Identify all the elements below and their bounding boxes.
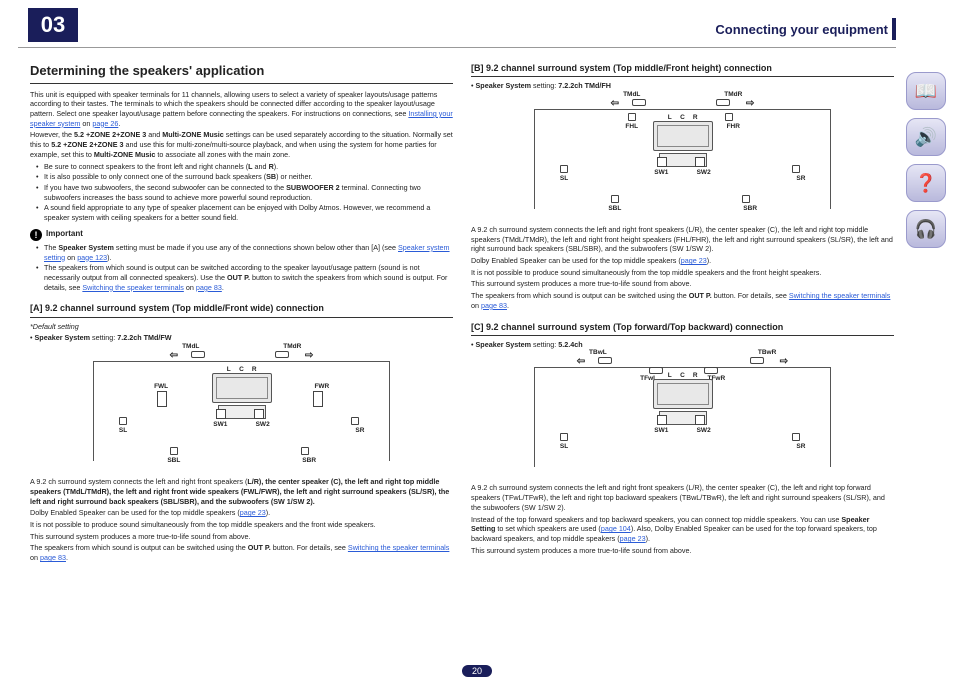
link-page-83-3[interactable]: page 83 [481, 301, 507, 310]
sec-b-desc: A 9.2 ch surround system connects the le… [471, 225, 894, 254]
right-column: [B] 9.2 channel surround system (Top mid… [471, 62, 894, 565]
sec-a-dolby: Dolby Enabled Speaker can be used for th… [30, 508, 453, 518]
header-title: Connecting your equipment [715, 18, 896, 40]
sec-b-note2: This surround system produces a more tru… [471, 279, 894, 289]
link-page-23-c[interactable]: page 23 [620, 534, 646, 543]
link-switching-terminals-3[interactable]: Switching the speaker terminals [789, 291, 890, 300]
default-setting-note: *Default setting [30, 322, 453, 332]
speaker-system-setting-b: Speaker System setting: 7.2.2ch TMd/FH [471, 81, 894, 91]
tv-icon [212, 373, 272, 403]
left-column: Determining the speakers' application Th… [30, 62, 453, 565]
nav-help-button[interactable]: ❓ [906, 164, 946, 202]
link-switching-terminals-2[interactable]: Switching the speaker terminals [348, 543, 449, 552]
link-switching-terminals[interactable]: Switching the speaker terminals [82, 283, 183, 292]
page-header: 03 Connecting your equipment [18, 12, 896, 48]
link-page-26[interactable]: page 26 [92, 119, 118, 128]
list-item: The speakers from which sound is output … [36, 263, 453, 292]
section-heading: Determining the speakers' application [30, 62, 453, 84]
sec-a-switch: The speakers from which sound is output … [30, 543, 453, 562]
section-b-heading: [B] 9.2 channel surround system (Top mid… [471, 62, 894, 77]
important-label: Important [46, 229, 83, 240]
diagram-b: TMdL⇦ TMdR⇨ FHL FHR L C R SW1 SW2 SL SR … [471, 95, 894, 225]
sec-a-note: It is not possible to produce sound simu… [30, 520, 453, 530]
nav-equipment-button[interactable]: 🔊 [906, 118, 946, 156]
intro-paragraph-2: However, the 5.2 +ZONE 2+ZONE 3 and Mult… [30, 130, 453, 159]
section-a-heading: [A] 9.2 channel surround system (Top mid… [30, 302, 453, 317]
nav-settings-button[interactable]: 🎧 [906, 210, 946, 248]
sec-a-desc: A 9.2 ch surround system connects the le… [30, 477, 453, 506]
sec-c-desc: A 9.2 ch surround system connects the le… [471, 483, 894, 512]
diagram-a: TMdL⇦ TMdR⇨ L C R FWL FWR SW1 SW2 SL SR … [30, 347, 453, 477]
important-callout: ! Important [30, 229, 453, 241]
nav-manual-button[interactable]: 📖 [906, 72, 946, 110]
important-bullets: The Speaker System setting must be made … [30, 243, 453, 293]
sec-b-switch: The speakers from which sound is output … [471, 291, 894, 310]
chapter-badge: 03 [28, 8, 78, 42]
link-page-83[interactable]: page 83 [196, 283, 222, 292]
link-page-83-2[interactable]: page 83 [40, 553, 66, 562]
sec-c-note2: This surround system produces a more tru… [471, 546, 894, 556]
important-icon: ! [30, 229, 42, 241]
list-item: The Speaker System setting must be made … [36, 243, 453, 262]
page-number-badge: 20 [462, 665, 492, 677]
feature-bullets: Be sure to connect speakers to the front… [30, 162, 453, 223]
list-item: If you have two subwoofers, the second s… [36, 183, 453, 202]
speaker-system-setting-a: Speaker System setting: 7.2.2ch TMd/FW [30, 333, 453, 343]
content-area: Determining the speakers' application Th… [0, 48, 954, 565]
sec-b-dolby: Dolby Enabled Speaker can be used for th… [471, 256, 894, 266]
sec-c-note: Instead of the top forward speakers and … [471, 515, 894, 544]
list-item: A sound field appropriate to any type of… [36, 203, 453, 222]
link-page-23-b[interactable]: page 23 [681, 256, 707, 265]
link-page-123[interactable]: page 123 [77, 253, 107, 262]
list-item: Be sure to connect speakers to the front… [36, 162, 453, 172]
intro-paragraph-1: This unit is equipped with speaker termi… [30, 90, 453, 129]
list-item: It is also possible to only connect one … [36, 172, 453, 182]
diagram-c: TBwL⇦ TBwR⇨ TFwL TFwR L C R SW1 SW2 SL S… [471, 353, 894, 483]
speaker-system-setting-c: Speaker System setting: 5.2.4ch [471, 340, 894, 350]
link-page-23[interactable]: page 23 [240, 508, 266, 517]
sec-b-note: It is not possible to produce sound simu… [471, 268, 894, 278]
link-page-104[interactable]: page 104 [601, 524, 631, 533]
section-c-heading: [C] 9.2 channel surround system (Top for… [471, 321, 894, 336]
nav-sidebar: 📖 🔊 ❓ 🎧 [906, 72, 946, 248]
sec-a-note2: This surround system produces a more tru… [30, 532, 453, 542]
